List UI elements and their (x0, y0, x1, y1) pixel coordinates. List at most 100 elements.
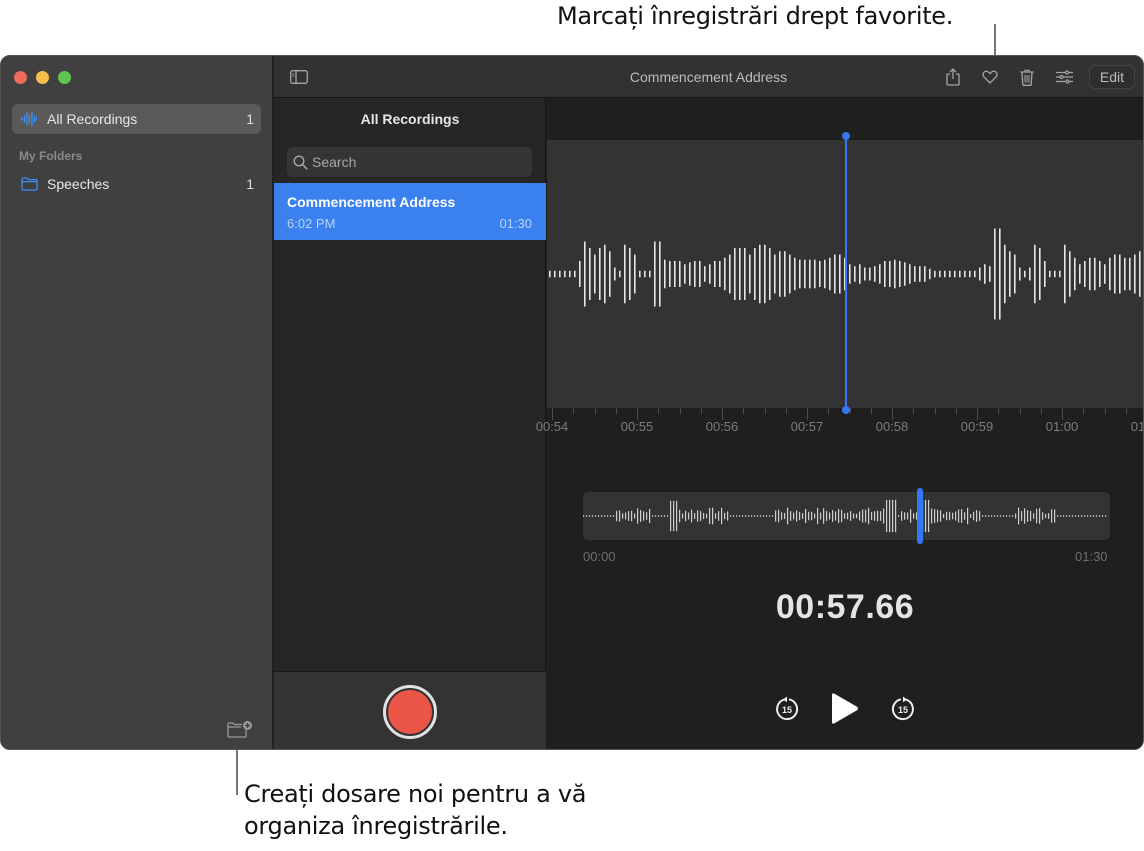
ruler-tick (1104, 408, 1106, 414)
playhead[interactable] (842, 132, 850, 414)
favorite-button[interactable] (972, 65, 1009, 89)
overview-bar (715, 513, 717, 519)
skip-forward-15-icon: 15 (891, 696, 914, 721)
record-button[interactable] (383, 685, 437, 739)
overview-bar (685, 510, 687, 522)
waveform-icon (21, 111, 47, 127)
overview-bar (733, 515, 735, 517)
waveform-bar (739, 248, 741, 300)
waveform-bar (1059, 270, 1061, 278)
list-title: All Recordings (360, 111, 460, 127)
settings-button[interactable] (1046, 65, 1083, 89)
overview-bar (949, 511, 951, 521)
waveform-bar (1039, 248, 1041, 300)
zoom-button[interactable] (58, 71, 71, 84)
overview-bar (763, 515, 765, 517)
waveform-bar (1004, 244, 1006, 304)
waveform-bar (634, 254, 636, 294)
share-button[interactable] (935, 65, 972, 89)
minimize-button[interactable] (36, 71, 49, 84)
overview-bar (1099, 515, 1101, 517)
recording-row[interactable]: Commencement Address 6:02 PM 01:30 (274, 183, 546, 240)
waveform-bar (909, 264, 911, 284)
waveform-bar (669, 261, 671, 287)
overview-bar (931, 508, 933, 524)
overview-bar (622, 513, 624, 519)
overview-bar (706, 513, 708, 519)
ruler-tick (955, 408, 957, 414)
overview-bar (1012, 515, 1014, 517)
overview-bar (676, 500, 678, 532)
overview-bar (1036, 508, 1038, 524)
waveform-bar (1009, 251, 1011, 297)
play-button[interactable] (830, 692, 860, 726)
waveform-bar (904, 262, 906, 286)
callout-new-folders: Creați dosare noi pentru a vă organiza î… (244, 780, 587, 840)
waveform-bar (834, 254, 836, 294)
delete-button[interactable] (1009, 65, 1046, 89)
overview-bar (778, 509, 780, 523)
waveform-bar (944, 270, 946, 278)
ruler-tick (615, 408, 617, 414)
overview-bar (832, 510, 834, 522)
waveform-bar (779, 251, 781, 297)
overview-bar (682, 513, 684, 519)
overview-bar (880, 511, 882, 521)
overview-bar (940, 510, 942, 522)
ruler-tick (785, 408, 787, 414)
voice-memos-window: All Recordings 1 My Folders Speeches 1 C… (0, 55, 1144, 750)
waveform-bar (734, 248, 736, 300)
overview-bar (1048, 513, 1050, 519)
skip-back-button[interactable]: 15 (774, 696, 800, 722)
sidebar-item-label: All Recordings (47, 111, 138, 127)
sidebar-item-speeches[interactable]: Speeches 1 (12, 169, 261, 199)
waveform-bar (974, 270, 976, 278)
ruler-label: 01:00 (1045, 419, 1079, 434)
edit-button[interactable]: Edit (1088, 65, 1135, 89)
waveform-overview[interactable] (583, 488, 1110, 544)
overview-bar (1060, 515, 1062, 517)
close-button[interactable] (14, 71, 27, 84)
toolbar-actions: Edit (935, 65, 1135, 89)
overview-bar (835, 511, 837, 521)
overview-bar (865, 509, 867, 523)
overview-bar (985, 515, 987, 517)
waveform-bar (719, 261, 721, 287)
waveform-bar (869, 267, 871, 281)
waveform-bar (849, 264, 851, 284)
skip-forward-button[interactable]: 15 (890, 696, 916, 722)
overview-bar (823, 508, 825, 524)
overview-bar (748, 515, 750, 517)
overview-bar (937, 509, 939, 523)
overview-bar (661, 515, 663, 517)
overview-bar (784, 512, 786, 520)
overview-bar (736, 515, 738, 517)
overview-bar (1006, 515, 1008, 517)
waveform-bar (749, 254, 751, 294)
waveform-bar (569, 270, 571, 278)
overview-bar (625, 512, 627, 520)
record-icon (388, 690, 432, 734)
overview-bar (610, 515, 612, 517)
overview-bar (934, 509, 936, 523)
overview-bar (964, 512, 966, 520)
overview-bar (694, 513, 696, 519)
search-icon (293, 154, 308, 170)
waveform-bar (754, 248, 756, 300)
overview-bar (742, 515, 744, 517)
overview-bar (1066, 515, 1068, 517)
new-folder-button[interactable] (227, 720, 253, 740)
waveform-bar (684, 264, 686, 284)
overview-scrubber[interactable] (917, 488, 924, 544)
search-input[interactable]: Search (287, 147, 532, 177)
overview-bar (973, 511, 975, 521)
ruler-tick (1040, 408, 1042, 414)
waveform-bar (759, 244, 761, 304)
waveform-bar (894, 259, 896, 289)
overview-bar (862, 509, 864, 523)
waveform-bar (819, 261, 821, 287)
sidebar-item-all-recordings[interactable]: All Recordings 1 (12, 104, 261, 134)
sidebar: All Recordings 1 My Folders Speeches 1 (1, 56, 273, 749)
overview-bar (1072, 515, 1074, 517)
waveform-bar (619, 270, 621, 278)
